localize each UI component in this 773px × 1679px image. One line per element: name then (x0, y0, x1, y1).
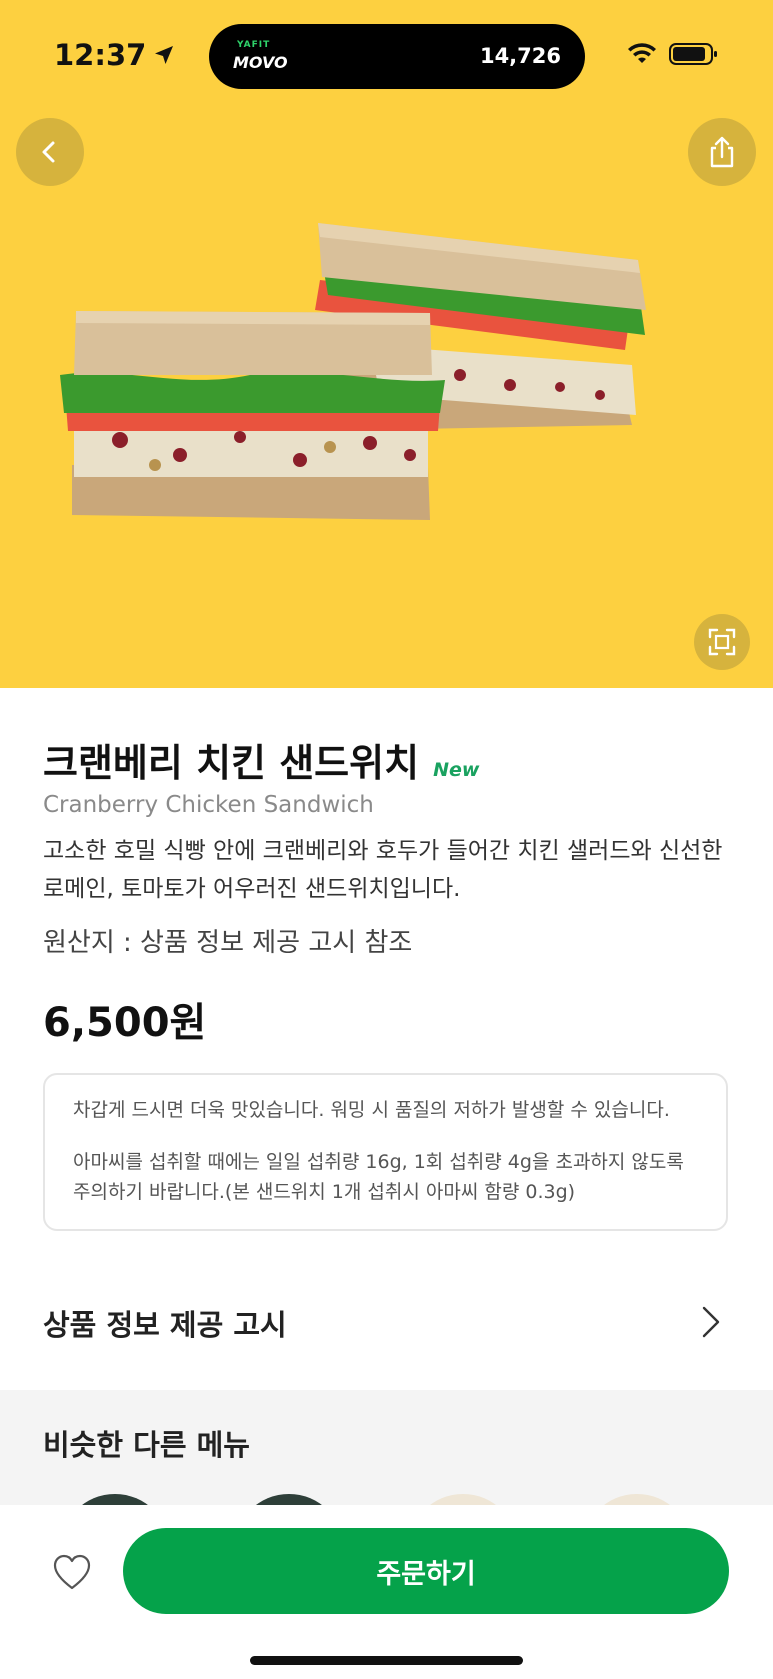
similar-menu-title: 비슷한 다른 메뉴 (43, 1428, 250, 1462)
wifi-icon (628, 43, 656, 63)
location-arrow-icon (155, 46, 174, 64)
fullscreen-icon (708, 628, 736, 656)
back-button[interactable] (16, 118, 84, 186)
product-title-row: 크랜베리 치킨 샌드위치 New (43, 732, 479, 787)
battery-icon (669, 43, 717, 65)
product-hero-image: 12:37 YAFIT MOVO 14,726 (0, 0, 773, 688)
front-sandwich (60, 311, 445, 520)
island-brand: MOVO (233, 53, 288, 72)
dynamic-island: YAFIT MOVO 14,726 (209, 24, 585, 89)
share-button[interactable] (688, 118, 756, 186)
heart-icon[interactable] (52, 1553, 92, 1593)
island-steps: 14,726 (479, 44, 561, 68)
status-time: 12:37 (54, 38, 176, 72)
order-button[interactable]: 주문하기 (123, 1528, 729, 1614)
new-badge: New (433, 759, 480, 781)
notice-line: 차갑게 드시면 더욱 맛있습니다. 워밍 시 품질의 저하가 발생할 수 있습니… (73, 1099, 670, 1121)
product-origin: 원산지 : 상품 정보 제공 고시 참조 (43, 928, 413, 958)
zoom-button[interactable] (694, 614, 750, 670)
status-icons (627, 42, 719, 66)
chevron-left-icon (42, 141, 55, 163)
product-description: 고소한 호밀 식빵 안에 크랜베리와 호두가 들어간 치킨 샐러드와 신선한 로… (43, 838, 723, 902)
notice-box: 차갑게 드시면 더욱 맛있습니다. 워밍 시 품질의 저하가 발생할 수 있습니… (43, 1073, 728, 1231)
island-brand-small: YAFIT (237, 40, 271, 50)
bottom-action-bar: 주문하기 (0, 1505, 773, 1679)
home-indicator (250, 1656, 523, 1665)
product-title: 크랜베리 치킨 샌드위치 (43, 741, 420, 785)
sandwich-illustration (60, 223, 646, 520)
product-english-name: Cranberry Chicken Sandwich (43, 792, 374, 818)
product-info-label: 상품 정보 제공 고시 (43, 1308, 287, 1342)
similar-menu-section: 비슷한 다른 메뉴 (0, 1390, 773, 1604)
time-text: 12:37 (54, 38, 147, 72)
notice-line: 아마씨를 섭취할 때에는 일일 섭취량 16g, 1회 섭취량 4g을 초과하지… (73, 1151, 684, 1203)
product-info-link[interactable]: 상품 정보 제공 고시 (0, 1290, 773, 1354)
share-icon (710, 136, 734, 168)
chevron-right-icon (702, 1306, 720, 1338)
product-price: 6,500원 (43, 1000, 207, 1046)
